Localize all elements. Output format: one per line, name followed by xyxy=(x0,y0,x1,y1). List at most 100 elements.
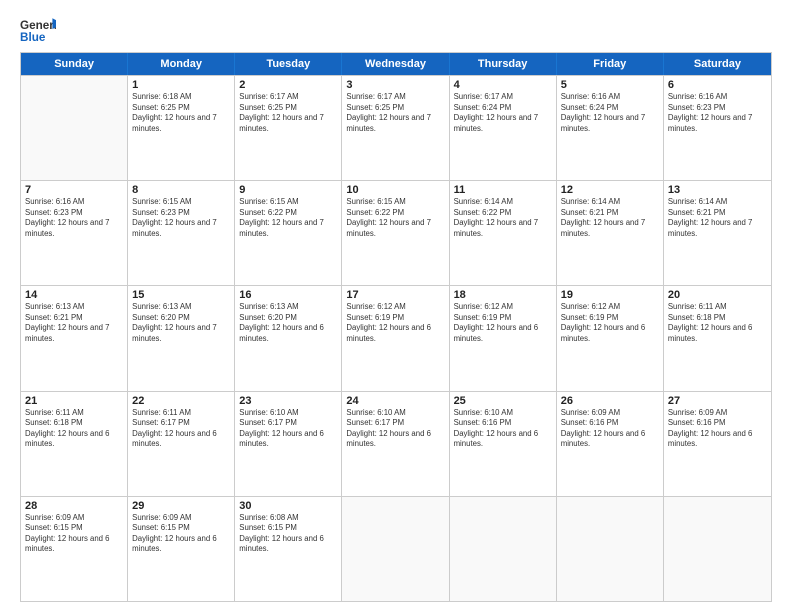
cell-sun-info: Sunrise: 6:15 AM Sunset: 6:22 PM Dayligh… xyxy=(239,197,337,239)
cell-sun-info: Sunrise: 6:14 AM Sunset: 6:21 PM Dayligh… xyxy=(668,197,767,239)
header-day-sunday: Sunday xyxy=(21,53,128,75)
cell-sun-info: Sunrise: 6:15 AM Sunset: 6:22 PM Dayligh… xyxy=(346,197,444,239)
day-cell-5: 5Sunrise: 6:16 AM Sunset: 6:24 PM Daylig… xyxy=(557,76,664,180)
empty-cell xyxy=(342,497,449,601)
day-number: 24 xyxy=(346,395,444,407)
cell-sun-info: Sunrise: 6:15 AM Sunset: 6:23 PM Dayligh… xyxy=(132,197,230,239)
cell-sun-info: Sunrise: 6:10 AM Sunset: 6:16 PM Dayligh… xyxy=(454,408,552,450)
day-cell-30: 30Sunrise: 6:08 AM Sunset: 6:15 PM Dayli… xyxy=(235,497,342,601)
day-cell-11: 11Sunrise: 6:14 AM Sunset: 6:22 PM Dayli… xyxy=(450,181,557,285)
day-number: 25 xyxy=(454,395,552,407)
day-cell-17: 17Sunrise: 6:12 AM Sunset: 6:19 PM Dayli… xyxy=(342,286,449,390)
day-number: 13 xyxy=(668,184,767,196)
day-cell-12: 12Sunrise: 6:14 AM Sunset: 6:21 PM Dayli… xyxy=(557,181,664,285)
cell-sun-info: Sunrise: 6:11 AM Sunset: 6:17 PM Dayligh… xyxy=(132,408,230,450)
day-cell-29: 29Sunrise: 6:09 AM Sunset: 6:15 PM Dayli… xyxy=(128,497,235,601)
day-cell-23: 23Sunrise: 6:10 AM Sunset: 6:17 PM Dayli… xyxy=(235,392,342,496)
cell-sun-info: Sunrise: 6:10 AM Sunset: 6:17 PM Dayligh… xyxy=(239,408,337,450)
week-row-1: 1Sunrise: 6:18 AM Sunset: 6:25 PM Daylig… xyxy=(21,75,771,180)
cell-sun-info: Sunrise: 6:16 AM Sunset: 6:24 PM Dayligh… xyxy=(561,92,659,134)
day-cell-8: 8Sunrise: 6:15 AM Sunset: 6:23 PM Daylig… xyxy=(128,181,235,285)
day-cell-2: 2Sunrise: 6:17 AM Sunset: 6:25 PM Daylig… xyxy=(235,76,342,180)
day-number: 8 xyxy=(132,184,230,196)
cell-sun-info: Sunrise: 6:16 AM Sunset: 6:23 PM Dayligh… xyxy=(668,92,767,134)
cell-sun-info: Sunrise: 6:12 AM Sunset: 6:19 PM Dayligh… xyxy=(346,302,444,344)
day-number: 10 xyxy=(346,184,444,196)
day-number: 12 xyxy=(561,184,659,196)
cell-sun-info: Sunrise: 6:13 AM Sunset: 6:21 PM Dayligh… xyxy=(25,302,123,344)
week-row-4: 21Sunrise: 6:11 AM Sunset: 6:18 PM Dayli… xyxy=(21,391,771,496)
cell-sun-info: Sunrise: 6:09 AM Sunset: 6:16 PM Dayligh… xyxy=(668,408,767,450)
day-number: 23 xyxy=(239,395,337,407)
calendar-body: 1Sunrise: 6:18 AM Sunset: 6:25 PM Daylig… xyxy=(21,75,771,601)
day-number: 29 xyxy=(132,500,230,512)
logo: General Blue xyxy=(20,16,56,44)
day-cell-3: 3Sunrise: 6:17 AM Sunset: 6:25 PM Daylig… xyxy=(342,76,449,180)
cell-sun-info: Sunrise: 6:16 AM Sunset: 6:23 PM Dayligh… xyxy=(25,197,123,239)
day-number: 27 xyxy=(668,395,767,407)
empty-cell xyxy=(21,76,128,180)
week-row-3: 14Sunrise: 6:13 AM Sunset: 6:21 PM Dayli… xyxy=(21,285,771,390)
week-row-5: 28 Sunrise: 6:09 AM Sunset: 6:15 PM Dayli… xyxy=(21,496,771,601)
day-cell-25: 25Sunrise: 6:10 AM Sunset: 6:16 PM Dayli… xyxy=(450,392,557,496)
calendar-header: SundayMondayTuesdayWednesdayThursdayFrid… xyxy=(21,53,771,75)
day-number: 11 xyxy=(454,184,552,196)
day-cell-24: 24Sunrise: 6:10 AM Sunset: 6:17 PM Dayli… xyxy=(342,392,449,496)
day-number: 17 xyxy=(346,289,444,301)
header-day-saturday: Saturday xyxy=(664,53,771,75)
day-cell-14: 14Sunrise: 6:13 AM Sunset: 6:21 PM Dayli… xyxy=(21,286,128,390)
cell-sun-info: Sunrise: 6:17 AM Sunset: 6:25 PM Dayligh… xyxy=(239,92,337,134)
day-number: 7 xyxy=(25,184,123,196)
day-number: 2 xyxy=(239,79,337,91)
day-cell-4: 4Sunrise: 6:17 AM Sunset: 6:24 PM Daylig… xyxy=(450,76,557,180)
day-cell-10: 10Sunrise: 6:15 AM Sunset: 6:22 PM Dayli… xyxy=(342,181,449,285)
cell-sun-info: Sunrise: 6:11 AM Sunset: 6:18 PM Dayligh… xyxy=(25,408,123,450)
cell-sun-info: Sunrise: 6:17 AM Sunset: 6:24 PM Dayligh… xyxy=(454,92,552,134)
day-cell-27: 27Sunrise: 6:09 AM Sunset: 6:16 PM Dayli… xyxy=(664,392,771,496)
day-number: 22 xyxy=(132,395,230,407)
day-number: 5 xyxy=(561,79,659,91)
cell-sun-info: Sunrise: 6:08 AM Sunset: 6:15 PM Dayligh… xyxy=(239,513,337,555)
svg-text:Blue: Blue xyxy=(20,31,46,44)
day-cell-20: 20Sunrise: 6:11 AM Sunset: 6:18 PM Dayli… xyxy=(664,286,771,390)
cell-sun-info: Sunrise: 6:18 AM Sunset: 6:25 PM Dayligh… xyxy=(132,92,230,134)
day-number: 6 xyxy=(668,79,767,91)
day-cell-16: 16Sunrise: 6:13 AM Sunset: 6:20 PM Dayli… xyxy=(235,286,342,390)
cell-sun-info: Sunrise: 6:14 AM Sunset: 6:21 PM Dayligh… xyxy=(561,197,659,239)
logo-icon: General Blue xyxy=(20,16,56,44)
day-number: 16 xyxy=(239,289,337,301)
day-cell-19: 19Sunrise: 6:12 AM Sunset: 6:19 PM Dayli… xyxy=(557,286,664,390)
day-number: 21 xyxy=(25,395,123,407)
day-number: 9 xyxy=(239,184,337,196)
day-cell-13: 13Sunrise: 6:14 AM Sunset: 6:21 PM Dayli… xyxy=(664,181,771,285)
day-cell-9: 9Sunrise: 6:15 AM Sunset: 6:22 PM Daylig… xyxy=(235,181,342,285)
cell-sun-info: Sunrise: 6:09 AM Sunset: 6:15 PM Dayligh… xyxy=(132,513,230,555)
day-number: 30 xyxy=(239,500,337,512)
empty-cell xyxy=(664,497,771,601)
day-number: 19 xyxy=(561,289,659,301)
day-number: 14 xyxy=(25,289,123,301)
day-number: 26 xyxy=(561,395,659,407)
day-cell-15: 15Sunrise: 6:13 AM Sunset: 6:20 PM Dayli… xyxy=(128,286,235,390)
header-day-monday: Monday xyxy=(128,53,235,75)
header-day-wednesday: Wednesday xyxy=(342,53,449,75)
day-number: 18 xyxy=(454,289,552,301)
header-day-friday: Friday xyxy=(557,53,664,75)
day-number: 15 xyxy=(132,289,230,301)
day-cell-7: 7Sunrise: 6:16 AM Sunset: 6:23 PM Daylig… xyxy=(21,181,128,285)
empty-cell xyxy=(557,497,664,601)
header-day-thursday: Thursday xyxy=(450,53,557,75)
cell-sun-info: Sunrise: 6:17 AM Sunset: 6:25 PM Dayligh… xyxy=(346,92,444,134)
week-row-2: 7Sunrise: 6:16 AM Sunset: 6:23 PM Daylig… xyxy=(21,180,771,285)
cell-sun-info: Sunrise: 6:10 AM Sunset: 6:17 PM Dayligh… xyxy=(346,408,444,450)
day-number: 28 xyxy=(25,500,123,512)
day-number: 4 xyxy=(454,79,552,91)
day-cell-1: 1Sunrise: 6:18 AM Sunset: 6:25 PM Daylig… xyxy=(128,76,235,180)
cell-sun-info: Sunrise: 6:12 AM Sunset: 6:19 PM Dayligh… xyxy=(561,302,659,344)
day-number: 20 xyxy=(668,289,767,301)
cell-sun-info: Sunrise: 6:12 AM Sunset: 6:19 PM Dayligh… xyxy=(454,302,552,344)
cell-sun-info: Sunrise: 6:13 AM Sunset: 6:20 PM Dayligh… xyxy=(132,302,230,344)
page: General Blue SundayMondayTuesdayWednesda… xyxy=(0,0,792,612)
cell-sun-info: Sunrise: 6:14 AM Sunset: 6:22 PM Dayligh… xyxy=(454,197,552,239)
calendar: SundayMondayTuesdayWednesdayThursdayFrid… xyxy=(20,52,772,602)
